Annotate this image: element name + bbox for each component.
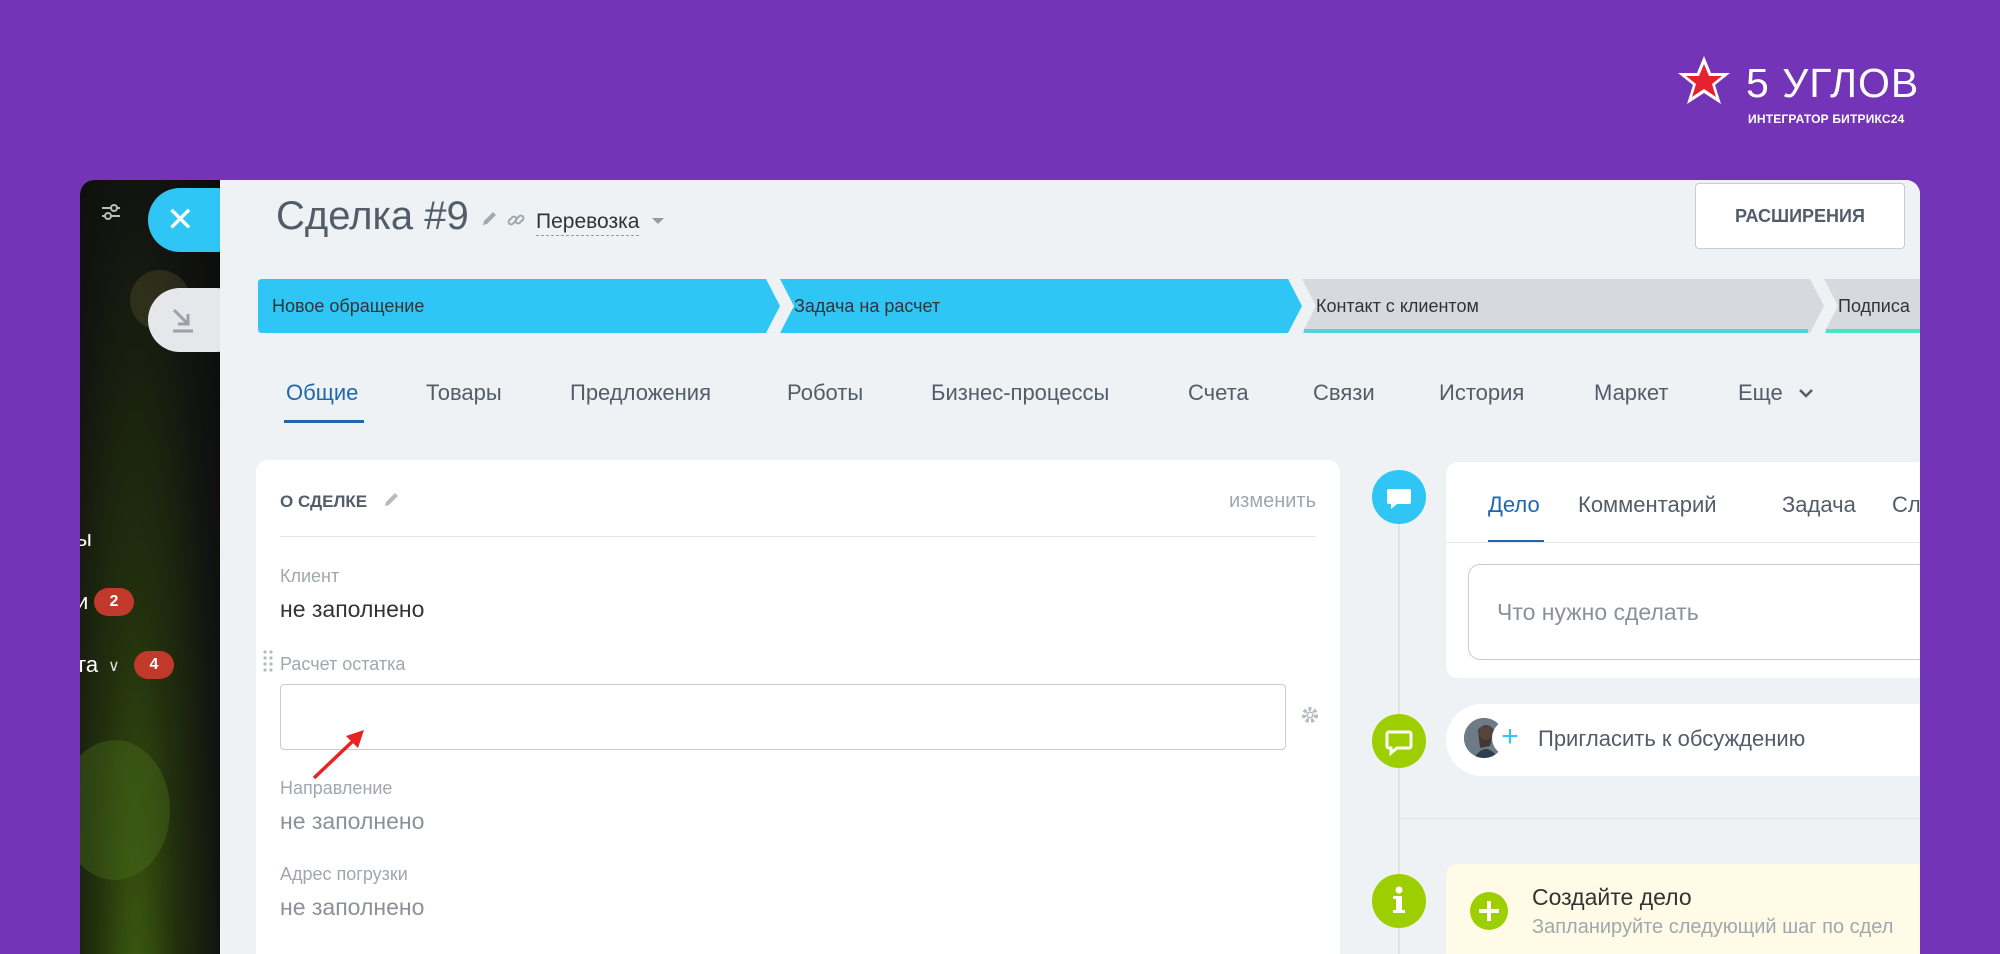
gear-icon[interactable]: [1300, 705, 1320, 725]
field-label-client: Клиент: [280, 566, 340, 586]
stage-label: Контакт с клиентом: [1316, 296, 1479, 316]
stage-label: Подписа: [1838, 296, 1910, 316]
deal-page: Сделка #9 Перевозка РАСШИРЕНИЯ Новое обр…: [220, 180, 1920, 954]
tab-general[interactable]: Общие: [286, 380, 358, 406]
screenshot-frame: ы и 2 та ∨ 4 ✕ Сделка #9 Перевозка РАСШИ…: [80, 180, 1920, 954]
tab-invoices[interactable]: Счета: [1188, 380, 1249, 406]
edit-section-link[interactable]: изменить: [1229, 490, 1316, 513]
activity-input-placeholder: Что нужно сделать: [1497, 599, 1699, 625]
activity-editor: Дело Комментарий Задача Слот Что нужно с…: [1446, 462, 1920, 678]
about-deal-card: О СДЕЛКЕ изменить Клиент не заполнено Ра…: [256, 460, 1340, 954]
stage-new-request[interactable]: Новое обращение: [258, 279, 782, 333]
extensions-button-label: РАСШИРЕНИЯ: [1735, 206, 1865, 226]
chevron-down-icon[interactable]: ∨: [108, 656, 120, 676]
active-tab-indicator: [284, 420, 364, 423]
drag-handle-icon[interactable]: [262, 649, 274, 673]
portal-menu-item[interactable]: ы: [80, 526, 92, 552]
field-value-client[interactable]: не заполнено: [280, 596, 424, 623]
brand-logo: 5 УГЛОВ ИНТЕГРАТОР БИТРИКС24: [1678, 56, 1922, 130]
counter-badge: 4: [134, 651, 174, 679]
category-dropdown[interactable]: Перевозка: [536, 210, 640, 236]
minimize-icon: [172, 308, 193, 333]
tab-more[interactable]: Еще: [1738, 380, 1783, 406]
tab-robots[interactable]: Роботы: [787, 380, 863, 406]
close-icon: ✕: [166, 201, 195, 239]
field-label-balance: Расчет остатка: [280, 654, 406, 674]
field-value-direction[interactable]: не заполнено: [280, 808, 424, 835]
portal-menu-item[interactable]: та: [80, 652, 98, 678]
divider: [1446, 542, 1920, 543]
page-title: Сделка #9: [276, 194, 469, 238]
tab-activity[interactable]: Дело: [1488, 492, 1540, 518]
tab-products[interactable]: Товары: [426, 380, 502, 406]
stage-label: Задача на расчет: [794, 296, 941, 316]
section-title: О СДЕЛКЕ: [280, 492, 368, 511]
activity-input[interactable]: Что нужно сделать: [1468, 564, 1920, 660]
balance-calculation-input[interactable]: [280, 684, 1286, 750]
active-tab-indicator: [1488, 540, 1544, 542]
chevron-down-icon[interactable]: [1798, 388, 1814, 400]
add-icon[interactable]: [1470, 892, 1508, 930]
invite-to-discussion[interactable]: + Пригласить к обсуждению: [1446, 704, 1920, 776]
tab-business-processes[interactable]: Бизнес-процессы: [931, 380, 1109, 406]
tab-comment[interactable]: Комментарий: [1578, 492, 1717, 518]
pencil-icon[interactable]: [382, 491, 400, 509]
brand-title: 5 УГЛОВ: [1746, 60, 1920, 106]
portal-menu-item[interactable]: и: [80, 589, 88, 615]
stage-signing[interactable]: Подписа: [1824, 279, 1920, 333]
stage-calculation-task[interactable]: Задача на расчет: [780, 279, 1304, 333]
pencil-icon[interactable]: [480, 210, 498, 228]
tab-slot[interactable]: Слот: [1892, 492, 1920, 518]
field-value-loading-address[interactable]: не заполнено: [280, 894, 424, 921]
star-logo-icon: [1678, 56, 1730, 104]
field-label-loading-address: Адрес погрузки: [280, 864, 408, 884]
create-activity-subtitle: Запланируйте следующий шаг по сдел: [1532, 916, 1894, 938]
stage-client-contact[interactable]: Контакт с клиентом: [1302, 279, 1826, 333]
create-activity-card[interactable]: Создайте дело Запланируйте следующий шаг…: [1446, 864, 1920, 954]
background-blob: [80, 740, 170, 880]
tab-market[interactable]: Маркет: [1594, 380, 1669, 406]
tab-relations[interactable]: Связи: [1313, 380, 1375, 406]
counter-badge: 2: [94, 588, 134, 616]
stage-label: Новое обращение: [272, 296, 425, 316]
tab-history[interactable]: История: [1439, 380, 1524, 406]
create-activity-title: Создайте дело: [1532, 884, 1692, 910]
tab-task[interactable]: Задача: [1782, 492, 1856, 518]
dropdown-arrow-icon[interactable]: [652, 218, 664, 224]
filter-icon[interactable]: [100, 202, 122, 222]
extensions-button[interactable]: РАСШИРЕНИЯ: [1695, 183, 1905, 249]
annotation-arrow-icon: [312, 730, 364, 780]
invite-label: Пригласить к обсуждению: [1538, 726, 1806, 751]
chat-icon: [1372, 470, 1426, 524]
divider: [1904, 196, 1905, 236]
info-icon: [1372, 874, 1426, 928]
link-icon[interactable]: [506, 210, 526, 230]
divider: [280, 536, 1316, 537]
brand-subtitle: ИНТЕГРАТОР БИТРИКС24: [1748, 112, 1905, 126]
comment-icon: [1372, 714, 1426, 768]
tab-quotes[interactable]: Предложения: [570, 380, 711, 406]
divider: [1398, 818, 1920, 819]
plus-icon[interactable]: +: [1492, 720, 1528, 756]
